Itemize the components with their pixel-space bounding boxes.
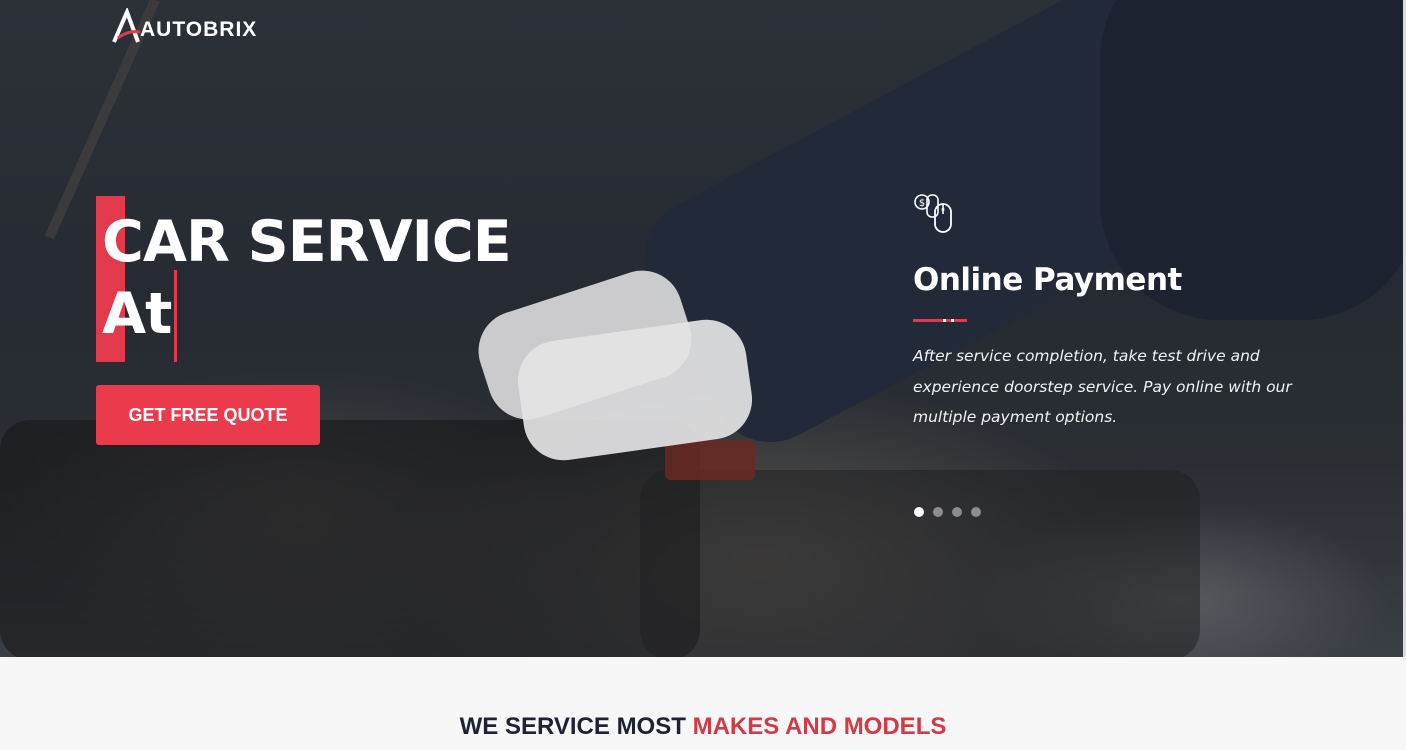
svg-text:$: $ xyxy=(919,198,925,209)
logo-text: AUTOBRIX xyxy=(140,18,258,41)
slide-title-underline xyxy=(913,319,967,322)
carousel-dot-4[interactable] xyxy=(971,507,981,517)
slide-description: After service completion, take test driv… xyxy=(913,347,1292,426)
makes-models-section: WE SERVICE MOST MAKES AND MODELS xyxy=(0,657,1406,750)
get-free-quote-button[interactable]: GET FREE QUOTE xyxy=(96,385,320,445)
slide-title: Online Payment xyxy=(913,262,1182,298)
carousel-dots xyxy=(914,507,981,517)
site-logo[interactable]: AUTOBRIX xyxy=(112,6,257,44)
hero-section: AUTOBRIX CAR SERVICE At GET FREE QUOTE $… xyxy=(0,0,1403,657)
section-title: WE SERVICE MOST MAKES AND MODELS xyxy=(0,713,1406,741)
section-title-accent: MAKES AND MODELS xyxy=(692,713,947,740)
headline-line-2: At xyxy=(102,281,172,347)
hero-headline: CAR SERVICE At xyxy=(102,206,512,350)
carousel-dot-2[interactable] xyxy=(933,507,943,517)
engine-bay-right xyxy=(640,470,1200,657)
typing-cursor xyxy=(174,270,177,362)
carousel-dot-1[interactable] xyxy=(914,507,924,517)
engine-part xyxy=(665,440,755,480)
section-title-prefix: WE SERVICE MOST xyxy=(459,713,686,740)
logo-mark-icon xyxy=(112,8,141,43)
carousel-dot-3[interactable] xyxy=(952,507,962,517)
headline-line-1: CAR SERVICE xyxy=(102,209,512,275)
online-payment-icon: $ xyxy=(914,194,952,233)
